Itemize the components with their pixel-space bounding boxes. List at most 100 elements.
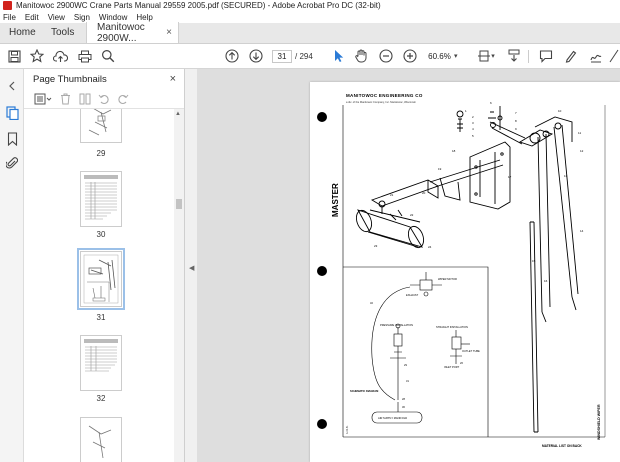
thumbnail-page[interactable] — [80, 417, 122, 462]
svg-text:31: 31 — [406, 379, 409, 383]
previous-page-icon[interactable] — [224, 48, 240, 64]
zoom-dropdown-chevron-icon[interactable]: ▾ — [454, 52, 458, 60]
svg-text:17: 17 — [508, 175, 512, 179]
collapse-panel-chevron-icon[interactable] — [4, 78, 20, 94]
page-thumbnails-icon[interactable] — [4, 105, 20, 121]
master-stamp: MASTER — [331, 183, 340, 217]
svg-text:28: 28 — [402, 397, 405, 401]
highlight-pen-icon[interactable] — [563, 48, 579, 64]
svg-text:15: 15 — [532, 259, 536, 263]
panel-close-icon[interactable]: × — [170, 73, 176, 85]
insert-page-icon[interactable] — [78, 92, 91, 105]
tab-home[interactable]: Home — [0, 22, 42, 43]
binder-hole — [317, 419, 327, 429]
scroll-up-arrow-icon[interactable]: ▲ — [175, 111, 181, 117]
thumbnail-scrollbar[interactable]: ▲ — [174, 109, 184, 462]
panel-splitter[interactable]: ◀ — [185, 69, 197, 462]
menu-window[interactable]: Window — [99, 13, 127, 22]
inlet-port-label: INLET PORT — [444, 365, 460, 369]
schematic-labels: WIPER MOTOR EXHAUST PRESSURE INSTALLATIO… — [350, 277, 480, 420]
svg-text:7: 7 — [515, 111, 517, 115]
rotate-clockwise-icon[interactable] — [116, 92, 129, 105]
panel-toolbar — [24, 89, 184, 109]
page-thumbnails-panel: Page Thumbnails × 29 30 31 32 ▲ — [24, 69, 185, 462]
menu-file[interactable]: File — [3, 13, 16, 22]
material-list-note: MATERIAL LIST ON BACK — [542, 444, 582, 448]
tab-tools[interactable]: Tools — [42, 22, 86, 43]
page-header: MANITOWOC ENGINEERING CO — [346, 93, 423, 98]
delete-page-icon[interactable] — [59, 92, 72, 105]
tab-bar: Home Tools Manitowoc 2900W... × — [0, 22, 620, 44]
bookmark-star-icon[interactable] — [29, 48, 45, 64]
main-toolbar: 31 / 294 60.6% ▾ ▾ — [0, 44, 620, 69]
wiper-motor-label: WIPER MOTOR — [438, 277, 457, 281]
svg-text:32: 32 — [370, 301, 373, 305]
page-number-input[interactable]: 31 — [272, 50, 292, 63]
thumbnail-label: 32 — [96, 394, 106, 403]
acrobat-app-icon — [3, 1, 12, 10]
window-title: Manitowoc 2900WC Crane Parts Manual 2955… — [16, 1, 381, 10]
svg-text:6: 6 — [490, 101, 492, 105]
bookmarks-icon[interactable] — [4, 131, 20, 147]
print-icon[interactable] — [77, 48, 93, 64]
collapse-panel-arrow-icon[interactable]: ◀ — [189, 264, 194, 272]
sign-icon[interactable] — [588, 48, 604, 64]
thumbnail-page[interactable] — [80, 171, 122, 227]
save-icon[interactable] — [6, 48, 22, 64]
svg-text:9: 9 — [515, 127, 517, 131]
next-page-icon[interactable] — [248, 48, 264, 64]
svg-text:2: 2 — [472, 115, 474, 119]
tab-close-icon[interactable]: × — [166, 27, 172, 38]
attachments-paperclip-icon[interactable] — [4, 155, 20, 171]
thumbnail-label: 29 — [96, 149, 106, 158]
panel-title: Page Thumbnails — [33, 73, 107, 85]
thumbnail-page[interactable] — [80, 335, 122, 391]
scrollbar-thumb[interactable] — [176, 199, 182, 209]
menu-help[interactable]: Help — [136, 13, 152, 22]
page-subheader: a div. of the Manitowoc Company, Inc. Ma… — [346, 100, 417, 104]
menu-edit[interactable]: Edit — [25, 13, 39, 22]
menu-sign[interactable]: Sign — [74, 13, 90, 22]
svg-text:18: 18 — [452, 149, 456, 153]
svg-text:3: 3 — [472, 121, 474, 125]
svg-text:A-40-51: A-40-51 — [346, 425, 349, 434]
search-icon[interactable] — [100, 48, 116, 64]
title-bar: Manitowoc 2900WC Crane Parts Manual 2955… — [0, 0, 620, 11]
svg-text:12: 12 — [580, 149, 584, 153]
svg-text:19: 19 — [438, 167, 442, 171]
thumbnail-list: 29 30 31 32 — [24, 109, 174, 462]
technical-drawing: MANITOWOC ENGINEERING CO a div. of the M… — [317, 93, 606, 448]
part-callouts: 123 456 789 101112 131415 161718 192021 … — [374, 101, 584, 283]
zoom-level-input[interactable]: 60.6% — [426, 50, 453, 63]
scroll-mode-icon[interactable] — [506, 48, 522, 64]
more-tools-icon[interactable] — [608, 48, 620, 64]
select-cursor-icon[interactable] — [331, 48, 347, 64]
thumbnail-options-icon[interactable] — [33, 92, 53, 105]
air-supply-manifold-label: AIR SUPPLY MANIFOLD — [378, 416, 407, 420]
svg-text:1: 1 — [465, 109, 467, 113]
page-total: / 294 — [295, 52, 313, 61]
document-viewport[interactable]: MANITOWOC ENGINEERING CO a div. of the M… — [197, 69, 620, 462]
svg-text:5: 5 — [472, 134, 474, 138]
menu-view[interactable]: View — [48, 13, 65, 22]
svg-text:14: 14 — [580, 229, 584, 233]
svg-text:22: 22 — [410, 213, 414, 217]
comment-icon[interactable] — [538, 48, 554, 64]
svg-text:24: 24 — [428, 245, 432, 249]
svg-text:11: 11 — [578, 131, 581, 135]
thumbnail-page[interactable] — [80, 109, 122, 143]
thumbnail-page-selected[interactable] — [77, 248, 125, 310]
rotate-counterclockwise-icon[interactable] — [97, 92, 110, 105]
fit-dropdown-chevron-icon[interactable]: ▾ — [489, 48, 497, 64]
tab-document[interactable]: Manitowoc 2900W... × — [86, 22, 179, 44]
thumbnail-label: 30 — [96, 230, 106, 239]
schematic-diagram-label: SCHEMATIC DIAGRAM — [350, 389, 378, 393]
thumbnail-label: 31 — [96, 313, 106, 322]
toolbar-separator — [528, 50, 529, 63]
upload-cloud-icon[interactable] — [52, 48, 68, 64]
zoom-out-icon[interactable] — [378, 48, 394, 64]
hand-tool-icon[interactable] — [353, 48, 369, 64]
svg-text:21: 21 — [390, 193, 394, 197]
zoom-in-icon[interactable] — [402, 48, 418, 64]
straight-installation-label: STRAIGHT INSTALLATION — [436, 325, 468, 329]
